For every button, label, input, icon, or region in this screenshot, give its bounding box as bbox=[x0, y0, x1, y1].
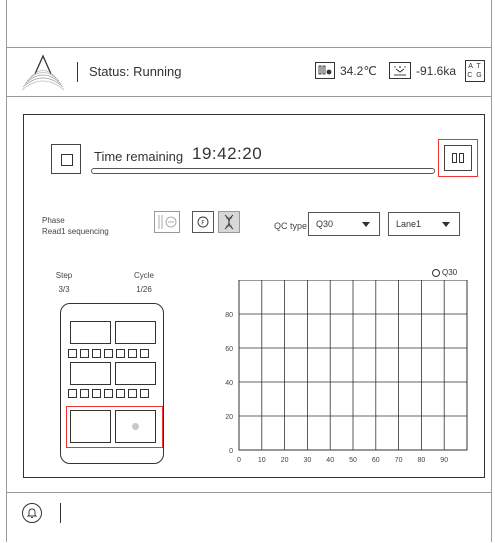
tile[interactable] bbox=[115, 321, 156, 344]
temperature-value: 34.2℃ bbox=[340, 63, 377, 78]
chevron-down-icon bbox=[362, 222, 370, 227]
x-tick-label: 0 bbox=[237, 457, 241, 464]
tile-marker bbox=[132, 423, 139, 430]
flowcell-diagram bbox=[60, 303, 164, 464]
x-tick-label: 50 bbox=[349, 457, 357, 464]
pressure-icon bbox=[389, 62, 411, 79]
temperature-icon bbox=[315, 62, 335, 79]
time-remaining-value: 19:42:20 bbox=[192, 144, 263, 163]
y-tick-label: 0 bbox=[229, 448, 233, 455]
header-bar: Status: Running 34.2℃ -91.6ka A T C G bbox=[7, 48, 491, 97]
stop-icon bbox=[61, 154, 73, 166]
cycle-value: 1/26 bbox=[136, 285, 152, 294]
x-tick-label: 20 bbox=[281, 457, 289, 464]
y-tick-label: 40 bbox=[225, 380, 233, 387]
pressure-sensor: -91.6ka bbox=[389, 62, 456, 79]
footer-separator bbox=[60, 503, 61, 523]
title-bar bbox=[7, 0, 491, 48]
pressure-value: -91.6ka bbox=[416, 63, 457, 78]
flowcell-view-icon[interactable] bbox=[154, 211, 180, 233]
x-tick-label: 80 bbox=[418, 457, 426, 464]
tile[interactable] bbox=[115, 362, 156, 385]
y-tick-label: 80 bbox=[225, 312, 233, 319]
lane-selected: Lane1 bbox=[396, 219, 422, 229]
legend-label: Q30 bbox=[442, 268, 458, 277]
phase-info: Phase Read1 sequencing bbox=[42, 215, 109, 237]
x-tick-label: 10 bbox=[258, 457, 266, 464]
svg-text:F: F bbox=[201, 220, 205, 227]
x-tick-label: 90 bbox=[440, 457, 448, 464]
qc-type-selected: Q30 bbox=[316, 219, 334, 229]
x-tick-label: 40 bbox=[326, 457, 334, 464]
y-tick-label: 20 bbox=[225, 414, 233, 421]
step-value: 3/3 bbox=[58, 285, 70, 294]
x-tick-label: 30 bbox=[304, 457, 312, 464]
dna-icon[interactable] bbox=[218, 211, 240, 233]
logo-icon bbox=[21, 54, 65, 91]
lane-dropdown[interactable]: Lane1 bbox=[388, 212, 460, 236]
x-tick-label: 60 bbox=[372, 457, 380, 464]
temperature-sensor: 34.2℃ bbox=[315, 62, 377, 79]
run-progress-bar bbox=[91, 168, 435, 174]
tile-active[interactable] bbox=[115, 410, 156, 443]
bases-icon: A T C G bbox=[465, 60, 485, 82]
qc-type-label: QC type bbox=[274, 221, 308, 231]
phase-value: Read1 sequencing bbox=[42, 227, 109, 236]
x-tick-label: 70 bbox=[395, 457, 403, 464]
y-tick-label: 60 bbox=[225, 346, 233, 353]
stop-button[interactable] bbox=[51, 144, 81, 174]
tile[interactable] bbox=[70, 410, 111, 443]
header-separator bbox=[77, 62, 78, 82]
status-text: Status: Running bbox=[89, 64, 182, 79]
legend-marker bbox=[432, 268, 440, 277]
time-remaining-label: Time remaining bbox=[94, 149, 184, 164]
qc-type-dropdown[interactable]: Q30 bbox=[308, 212, 380, 236]
pause-icon bbox=[444, 145, 472, 171]
phase-label: Phase bbox=[42, 216, 65, 225]
bell-icon[interactable] bbox=[22, 503, 42, 523]
app-frame: Status: Running 34.2℃ -91.6ka A T C G Ti… bbox=[6, 0, 492, 542]
step-label: Step bbox=[55, 271, 73, 280]
chart-legend: Q30 bbox=[432, 268, 457, 277]
chevron-down-icon bbox=[442, 222, 450, 227]
tile[interactable] bbox=[70, 362, 111, 385]
run-panel: Time remaining 19:42:20 Phase Read1 sequ… bbox=[23, 114, 485, 478]
pause-button[interactable] bbox=[438, 139, 478, 177]
fluidics-icon[interactable]: F bbox=[192, 211, 214, 233]
q30-chart: 0 10 20 30 40 50 60 70 80 90 0 20 40 60 80 bbox=[225, 280, 468, 464]
footer-bar bbox=[7, 492, 491, 543]
cycle-label: Cycle bbox=[133, 271, 154, 280]
tile[interactable] bbox=[70, 321, 111, 344]
